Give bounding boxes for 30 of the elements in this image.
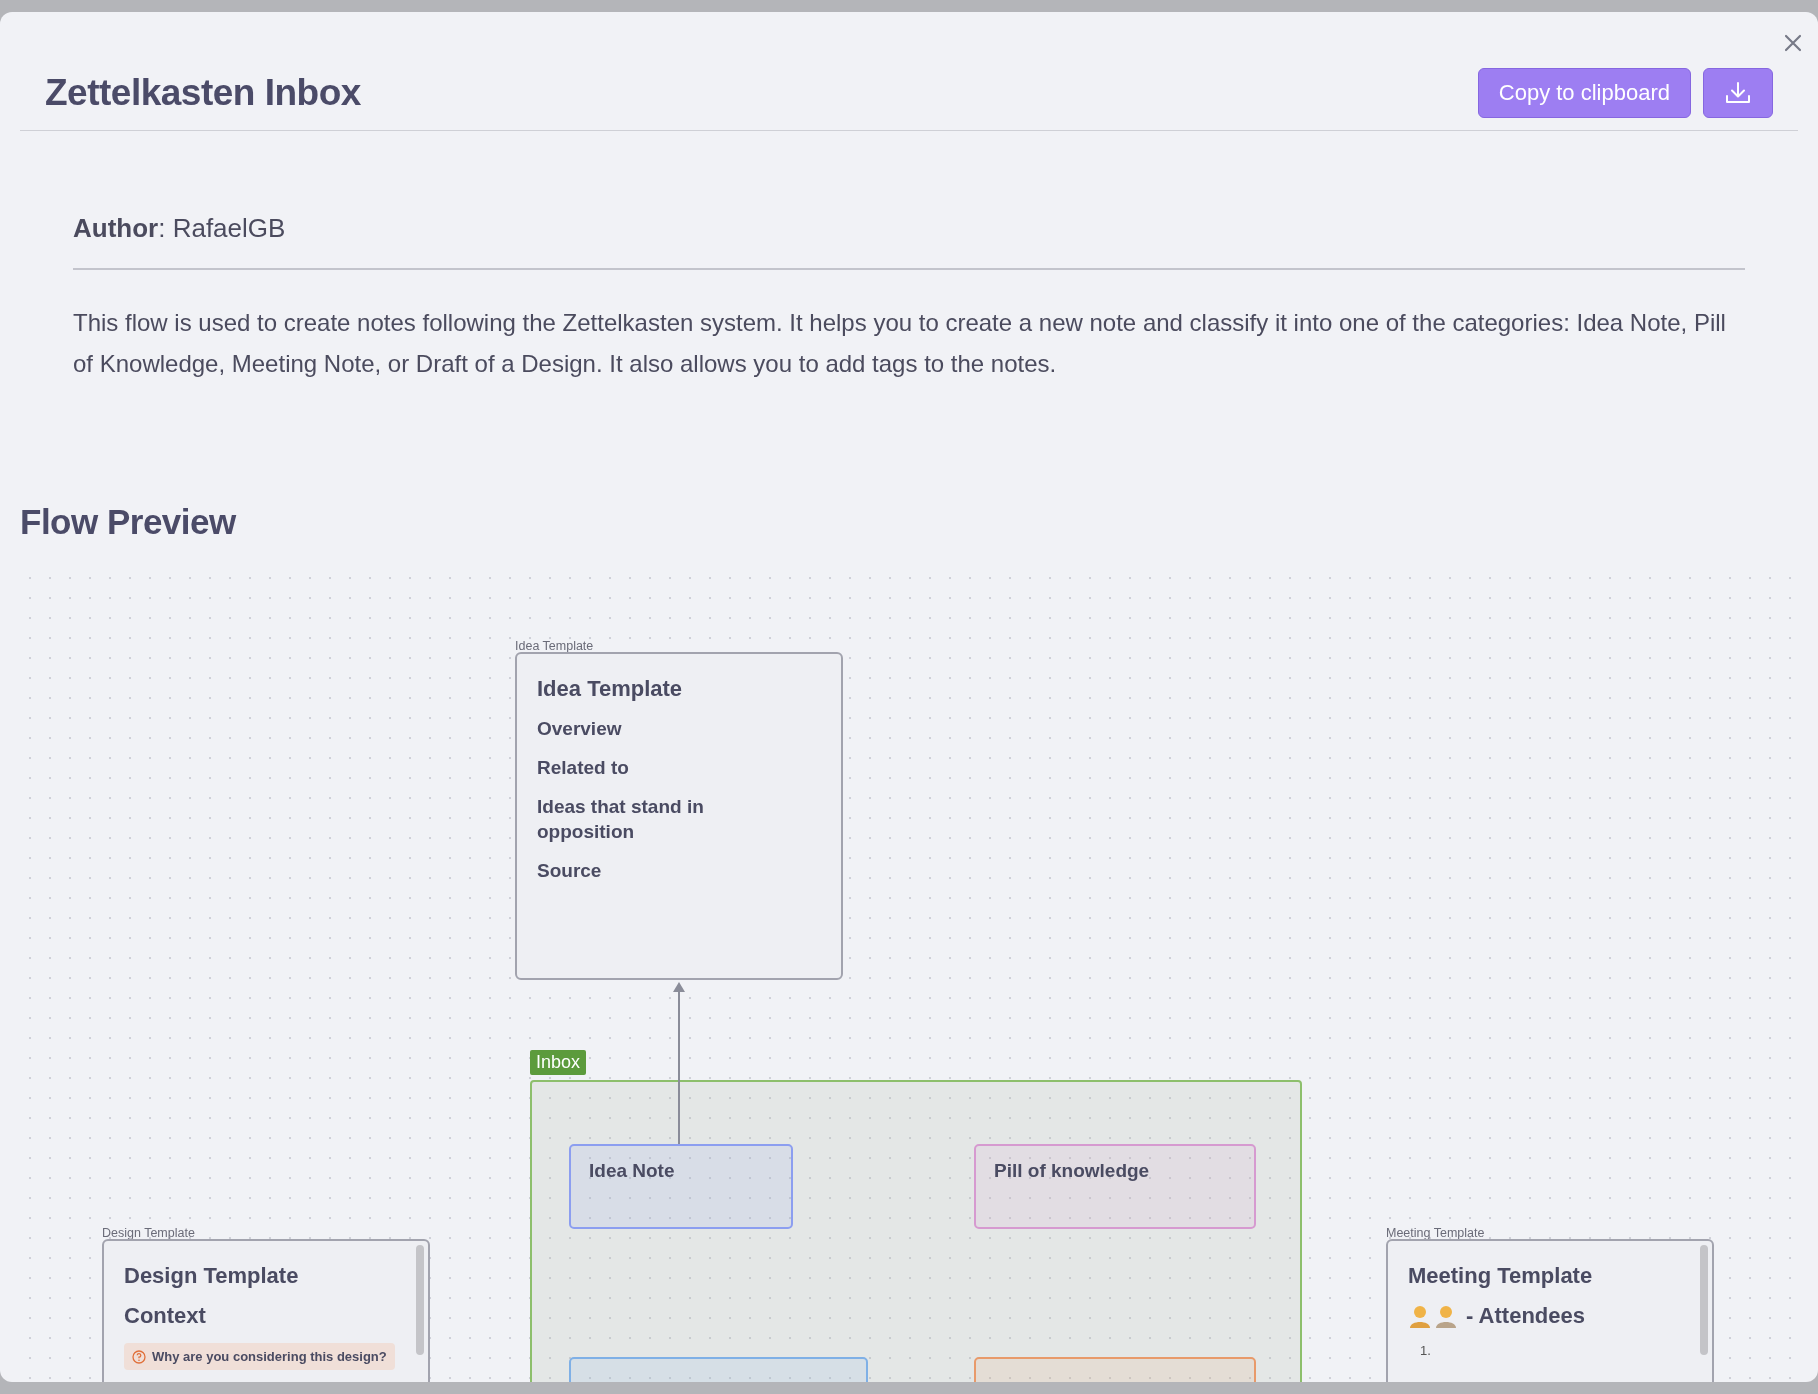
- section-title: Related to: [537, 756, 630, 780]
- section-title: Ideas that stand in opposition: [537, 795, 705, 844]
- scrollbar[interactable]: [1700, 1245, 1708, 1355]
- node-heading: Design Template: [124, 1263, 300, 1289]
- group-label: Inbox: [530, 1050, 587, 1075]
- section-title: Source: [537, 859, 603, 883]
- template-node[interactable]: Idea Template Overview Related to Ideas that stand in opposition Source: [515, 652, 843, 980]
- close-icon[interactable]: [1784, 34, 1802, 52]
- question-icon: [132, 1349, 146, 1364]
- node-label: Idea Template: [515, 639, 594, 653]
- node-heading: Context: [124, 1303, 207, 1329]
- author-line: Author: RafaelGB: [73, 213, 287, 244]
- callout-text: Why are you considering this design?: [152, 1349, 387, 1364]
- scrollbar[interactable]: [416, 1245, 424, 1355]
- node-heading: Idea Template: [537, 676, 684, 702]
- node-label: Design Template: [102, 1226, 195, 1240]
- section-title: Overview: [537, 717, 623, 741]
- note-card[interactable]: Idea Note: [569, 1144, 793, 1229]
- download-button[interactable]: [1703, 68, 1773, 118]
- node-label: Meeting Template: [1386, 1226, 1485, 1240]
- description-text: This flow is used to create notes following the Zettelkasten system. It helps you to create a new note and classify it into one of the categories: Idea Note, Pill of Knowledge, Meeting Note, or Draft of a Design. It also allows you to add tags to the notes.: [73, 308, 1727, 379]
- template-node[interactable]: Meeting Template - Attendees 1.: [1386, 1239, 1714, 1382]
- download-icon: [1725, 81, 1751, 105]
- section-heading: Flow Preview: [20, 502, 238, 542]
- template-node[interactable]: Design Template Context Why are you considering this design?: [102, 1239, 430, 1382]
- list-number: 1.: [1420, 1343, 1432, 1358]
- node-heading: Meeting Template: [1408, 1263, 1594, 1289]
- note-card[interactable]: Pill of knowledge: [974, 1144, 1256, 1229]
- dialog-title: Zettelkasten Inbox: [45, 72, 361, 114]
- node-heading: - Attendees: [1466, 1303, 1585, 1329]
